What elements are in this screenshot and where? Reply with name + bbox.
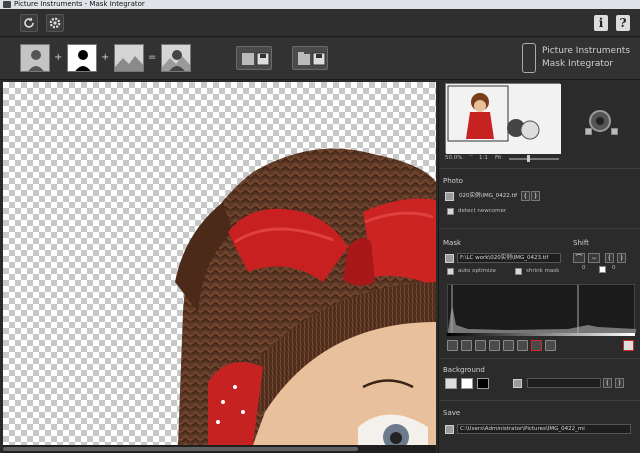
bg-prev-button[interactable]: ( (603, 378, 612, 388)
shift-value-a: 0 (582, 265, 586, 271)
scrollbar-thumb[interactable] (3, 447, 358, 451)
v-tool-icon[interactable] (517, 340, 528, 351)
plus-sign: + (54, 52, 63, 63)
navigator-preview[interactable] (445, 83, 561, 154)
shift-label: Shift (573, 239, 589, 247)
undo-icon[interactable] (545, 340, 556, 351)
rotation-dial[interactable] (589, 110, 611, 132)
zoom-fit[interactable]: Fit (495, 155, 501, 161)
composite-icon (162, 45, 190, 71)
control-panel: 50.0% ⁻ 1:1 Fit Photo 020实例\IMG_0422.tif… (438, 82, 640, 453)
landscape-icon (115, 45, 143, 71)
background-section-title: Background (443, 366, 485, 374)
shrink-mask-checkbox[interactable] (515, 268, 522, 275)
mask-histogram[interactable] (447, 284, 636, 333)
bg-filename (527, 378, 601, 388)
rotate-icon (24, 17, 34, 28)
gear-icon (49, 17, 61, 29)
shrink-mask-label: shrink mask (526, 268, 560, 274)
bg-file-icon[interactable] (513, 379, 522, 388)
histogram-gradient (447, 333, 635, 336)
mask-section-title: Mask (443, 239, 462, 247)
shift-checkbox[interactable] (599, 266, 606, 273)
mask-next-button[interactable]: ) (617, 253, 626, 263)
app-window: Picture Instruments - Mask Integrator i … (0, 0, 640, 453)
save-folder-icon[interactable] (445, 425, 454, 434)
photo-thumb-button[interactable] (20, 44, 50, 72)
folder-disk-icon (298, 52, 326, 66)
auto-optimize-checkbox[interactable] (447, 268, 454, 275)
save-mask-button[interactable] (292, 46, 328, 70)
brush-icon[interactable] (447, 340, 458, 351)
help-button[interactable]: ? (616, 15, 630, 31)
bg-next-button[interactable]: ) (615, 378, 624, 388)
photo-next-button[interactable]: ) (531, 191, 540, 201)
eraser-icon[interactable] (475, 340, 486, 351)
window-title: Picture Instruments - Mask Integrator (14, 0, 145, 8)
zoom-level: 50.0% (445, 155, 463, 161)
separator (439, 228, 640, 229)
separator (439, 358, 640, 359)
photo-file-icon[interactable] (445, 192, 454, 201)
background-thumb-button[interactable] (114, 44, 144, 72)
settings-button[interactable] (46, 14, 64, 32)
refine-icon[interactable] (503, 340, 514, 351)
separator (439, 168, 640, 169)
shift-up-button[interactable]: ⌒ (573, 253, 585, 263)
dial-right-marker (611, 128, 618, 135)
person-icon (21, 45, 49, 71)
zoom-out-icon[interactable]: ⁻ (469, 152, 473, 161)
zoom-ratio[interactable]: 1:1 (479, 155, 488, 161)
save-path-field[interactable]: C:\Users\Administrator\Pictures\IMG_0422… (457, 424, 631, 434)
mask-thumb-button[interactable] (67, 44, 97, 72)
info-button[interactable]: i (594, 15, 608, 31)
mask-tools (447, 340, 637, 352)
smudge-icon[interactable] (489, 340, 500, 351)
mask-prev-button[interactable]: ( (605, 253, 614, 263)
save-disk-icon (242, 52, 270, 66)
horizontal-scrollbar[interactable] (3, 445, 436, 453)
photo-filename: 020实例\IMG_0422.tif (459, 193, 518, 199)
auto-optimize-label: auto optimize (458, 268, 496, 274)
photo-section-title: Photo (443, 177, 463, 185)
reset-mask-icon[interactable] (623, 340, 634, 351)
bg-transparent-swatch[interactable] (445, 378, 457, 389)
bg-white-swatch[interactable] (461, 378, 473, 389)
save-image-button[interactable] (236, 46, 272, 70)
shift-down-button[interactable]: ⌣ (588, 253, 600, 263)
brush-small-icon[interactable] (461, 340, 472, 351)
separator (439, 400, 640, 401)
histogram-graph (448, 285, 636, 333)
brand-p-icon (522, 43, 536, 73)
title-bar: Picture Instruments - Mask Integrator (0, 0, 640, 9)
detect-newcomer-checkbox[interactable] (447, 208, 454, 215)
image-canvas[interactable] (3, 82, 436, 445)
doll-image (175, 148, 436, 445)
reset-button[interactable] (20, 14, 38, 32)
equals-sign: = (148, 52, 157, 63)
bg-black-swatch[interactable] (477, 378, 489, 389)
mask-filename: F:\LC work\020实例\IMG_0423.tif (457, 253, 561, 263)
brand-logo: Picture Instruments Mask Integrator (522, 42, 638, 76)
photo-prev-button[interactable]: ( (521, 191, 530, 201)
detect-newcomer-label: detect newcomer (458, 208, 507, 214)
save-section-title: Save (443, 409, 461, 417)
mask-icon (68, 45, 96, 71)
zoom-slider-handle[interactable] (527, 155, 530, 162)
shift-value-b: 0 (612, 265, 616, 271)
mask-file-icon[interactable] (445, 254, 454, 263)
plus-sign: + (101, 52, 110, 63)
brand-line-1: Picture Instruments (542, 46, 631, 56)
mode-toolbar: + + = Picture Instruments Mask Integrato… (0, 38, 640, 80)
zoom-slider[interactable] (509, 158, 559, 160)
navigator-image (446, 84, 561, 154)
top-toolbar: i ? (0, 9, 640, 37)
disable-brush-icon[interactable] (531, 340, 542, 351)
brand-line-2: Mask Integrator (542, 59, 614, 69)
app-icon (3, 1, 11, 8)
dial-left-marker (585, 128, 592, 135)
result-thumb-button[interactable] (161, 44, 191, 72)
